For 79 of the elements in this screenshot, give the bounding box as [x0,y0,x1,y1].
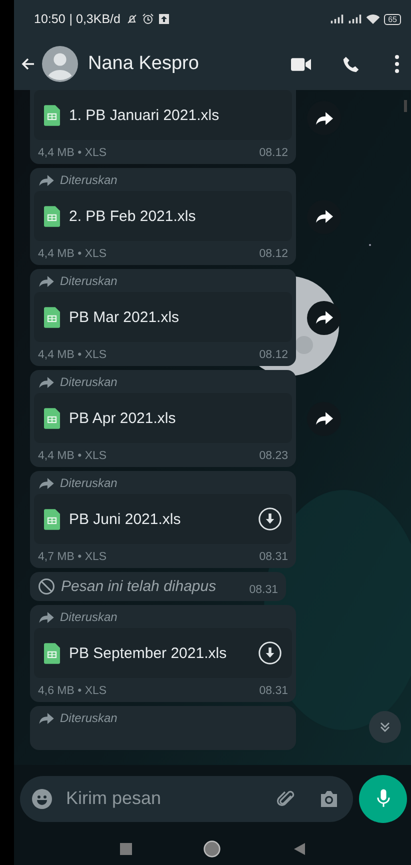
spreadsheet-icon [44,306,60,328]
forwarded-icon [39,478,54,488]
forwarded-icon [39,174,54,186]
message-bubble[interactable]: 1. PB Januari 2021.xls 4,4 MB • XLS 08.12 [30,90,296,164]
more-icon[interactable] [395,55,399,73]
microphone-button[interactable] [359,774,407,822]
blocked-icon [38,578,55,595]
message-bubble[interactable]: Diteruskan PB Apr 2021.xls 4,4 MB • XLS 08.23 [30,370,296,467]
spreadsheet-icon [44,206,60,226]
contact-name[interactable]: Nana Kespro [88,53,199,75]
muted-bell-icon [126,13,138,25]
back-arrow-icon [20,56,36,72]
battery-icon: 65 [384,14,401,24]
message-bubble[interactable]: Diteruskan PB Mar 2021.xls 4,4 MB • XLS 08.12 [30,269,296,366]
file-details: 4,4 MB • XLS [38,248,107,260]
file-details: 4,6 MB • XLS [38,685,107,697]
message-bubble[interactable]: Diteruskan PB September 2021.xls 4,6 MB • XLS 08.31 [30,605,296,702]
avatar-icon[interactable] [42,46,78,82]
chevrons-down-icon [379,721,391,733]
spreadsheet-icon [44,104,60,126]
microphone-icon [376,789,390,808]
deleted-message[interactable]: Pesan ini telah dihapus 08.31 [30,572,286,601]
spreadsheet-icon [44,642,60,664]
home-button[interactable] [203,840,222,858]
recents-button[interactable] [120,842,132,854]
phone-icon[interactable] [341,56,361,72]
deleted-text: Pesan ini telah dihapus [61,578,218,595]
file-name: PB Mar 2021.xls [69,308,180,326]
forward-arrow-icon [316,112,332,124]
spreadsheet-icon [44,508,60,530]
composer-bar[interactable]: Kirim pesan [20,776,353,822]
file-name: 1. PB Januari 2021.xls [69,106,220,124]
message-time: 08.31 [259,685,288,697]
forwarded-label: Diteruskan [60,274,118,288]
message-bubble[interactable]: Diteruskan PB Juni 2021.xls 4,7 MB • XLS 08.31 [30,471,296,568]
data-rate: | 0,3KB/d [69,12,120,26]
back-nav-button[interactable] [293,842,306,854]
file-name: 2. PB Feb 2021.xls [69,208,197,224]
message-time: 08.12 [259,349,288,361]
forward-arrow-icon [316,311,332,324]
message-bubble[interactable]: Diteruskan [30,706,296,750]
file-details: 4,4 MB • XLS [38,349,107,361]
message-time: 08.23 [259,450,288,462]
message-time: 08.12 [259,248,288,260]
file-name: PB Apr 2021.xls [69,410,177,426]
forwarded-label: Diteruskan [60,711,118,725]
message-time: 08.31 [249,584,278,596]
message-time: 08.12 [259,147,288,159]
alarm-icon [142,13,154,25]
download-icon[interactable] [258,641,282,665]
file-details: 4,7 MB • XLS [38,551,107,563]
file-name: PB Juni 2021.xls [69,510,182,528]
message-bubble[interactable]: Diteruskan 2. PB Feb 2021.xls 4,4 MB • XLS 08.12 [30,168,296,265]
upload-icon [158,13,170,25]
wifi-icon [366,14,380,24]
video-call-icon[interactable] [291,56,311,72]
attachment-icon[interactable] [277,788,297,808]
file-details: 4,4 MB • XLS [38,147,107,159]
forwarded-label: Diteruskan [60,375,118,389]
forwarded-label: Diteruskan [60,476,118,490]
emoji-icon[interactable] [32,788,52,808]
forward-arrow-icon [316,412,332,425]
forwarded-label: Diteruskan [60,610,118,624]
signal-icon [330,14,344,24]
forwarded-icon [39,612,54,622]
file-details: 4,4 MB • XLS [38,450,107,462]
file-name: PB September 2021.xls [69,644,228,662]
forward-arrow-icon [316,210,332,223]
forwarded-icon [39,376,54,388]
forwarded-label: Diteruskan [60,173,118,187]
spreadsheet-icon [44,408,60,428]
status-time: 10:50 [34,12,66,26]
signal-icon [348,14,362,24]
message-time: 08.31 [259,551,288,563]
camera-icon[interactable] [319,788,339,808]
message-field[interactable]: Kirim pesan [64,787,255,810]
forwarded-icon [39,276,54,286]
download-icon[interactable] [258,507,282,531]
forwarded-icon [39,712,54,724]
